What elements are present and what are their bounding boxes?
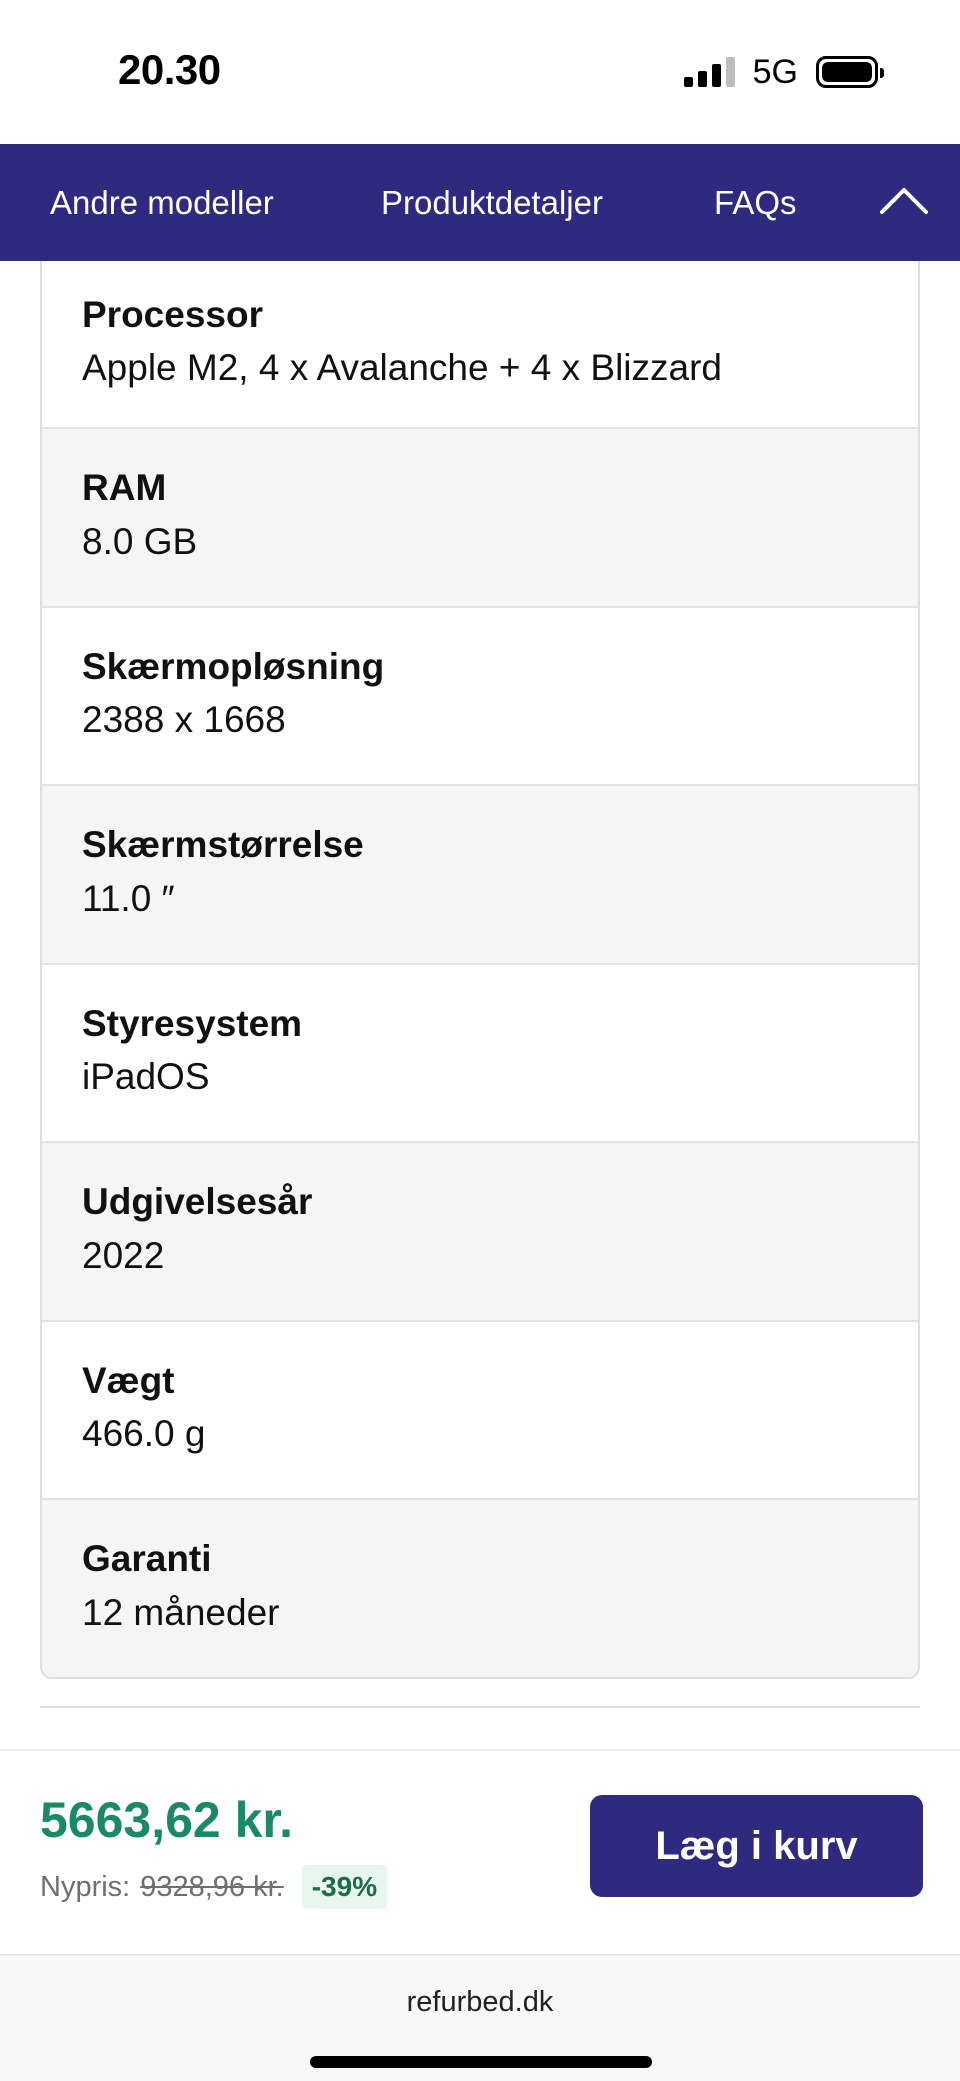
spec-value: iPadOS (82, 1056, 210, 1098)
product-nav-bar: Andre modeller Produktdetaljer FAQs (0, 144, 960, 261)
spec-value: Apple M2, 4 x Avalanche + 4 x Blizzard (82, 347, 722, 389)
new-price-label: Nypris: (40, 1870, 131, 1903)
add-to-cart-button[interactable]: Læg i kurv (590, 1795, 923, 1897)
home-indicator[interactable] (310, 2056, 652, 2068)
spec-value: 2388 x 1668 (82, 699, 286, 741)
spec-label: Vægt (82, 1359, 175, 1401)
new-price-old: 9328,96 kr. (140, 1870, 284, 1903)
buy-bar: 5663,62 kr. Nypris: 9328,96 kr. -39% Læg… (0, 1749, 960, 1954)
spec-label: Skærmopløsning (82, 645, 385, 687)
spec-value: 2022 (82, 1234, 165, 1276)
spec-label: RAM (82, 467, 167, 509)
spec-row-resolution: Skærmopløsning 2388 x 1668 (42, 605, 918, 784)
status-bar: 20.30 5G (0, 0, 960, 144)
spec-label: Garanti (82, 1538, 212, 1580)
spec-row-ram: RAM 8.0 GB (42, 427, 918, 606)
status-time: 20.30 (118, 46, 221, 93)
spec-row-processor: Processor Apple M2, 4 x Avalanche + 4 x … (42, 261, 918, 427)
battery-icon (816, 56, 884, 88)
spec-label: Skærmstørrelse (82, 824, 364, 866)
signal-icon (683, 57, 735, 87)
price: 5663,62 kr. (40, 1792, 294, 1848)
chevron-up-icon[interactable] (876, 174, 932, 230)
spec-value: 11.0 ″ (82, 877, 175, 919)
spec-row-warranty: Garanti 12 måneder (42, 1498, 918, 1677)
spec-row-os: Styresystem iPadOS (42, 962, 918, 1141)
spec-row-weight: Vægt 466.0 g (42, 1319, 918, 1498)
spec-row-screen-size: Skærmstørrelse 11.0 ″ (42, 784, 918, 963)
section-divider (40, 1706, 920, 1708)
browser-bar: refurbed.dk (0, 1954, 960, 2081)
spec-value: 466.0 g (82, 1413, 206, 1455)
new-price-row: Nypris: 9328,96 kr. -39% (40, 1863, 388, 1911)
spec-value: 8.0 GB (82, 520, 198, 562)
spec-label: Processor (82, 293, 263, 335)
domain-label[interactable]: refurbed.dk (0, 1986, 960, 2019)
spec-label: Styresystem (82, 1002, 303, 1044)
status-icons: 5G (683, 52, 884, 92)
network-label: 5G (752, 52, 798, 91)
spec-label: Udgivelsesår (82, 1181, 313, 1223)
discount-badge: -39% (301, 1865, 388, 1909)
nav-item-other-models[interactable]: Andre modeller (50, 184, 274, 222)
spec-row-release-year: Udgivelsesår 2022 (42, 1141, 918, 1320)
specs-table: Processor Apple M2, 4 x Avalanche + 4 x … (40, 261, 920, 1679)
nav-item-faqs[interactable]: FAQs (714, 184, 797, 222)
nav-item-product-details[interactable]: Produktdetaljer (381, 184, 603, 222)
spec-value: 12 måneder (82, 1591, 280, 1633)
